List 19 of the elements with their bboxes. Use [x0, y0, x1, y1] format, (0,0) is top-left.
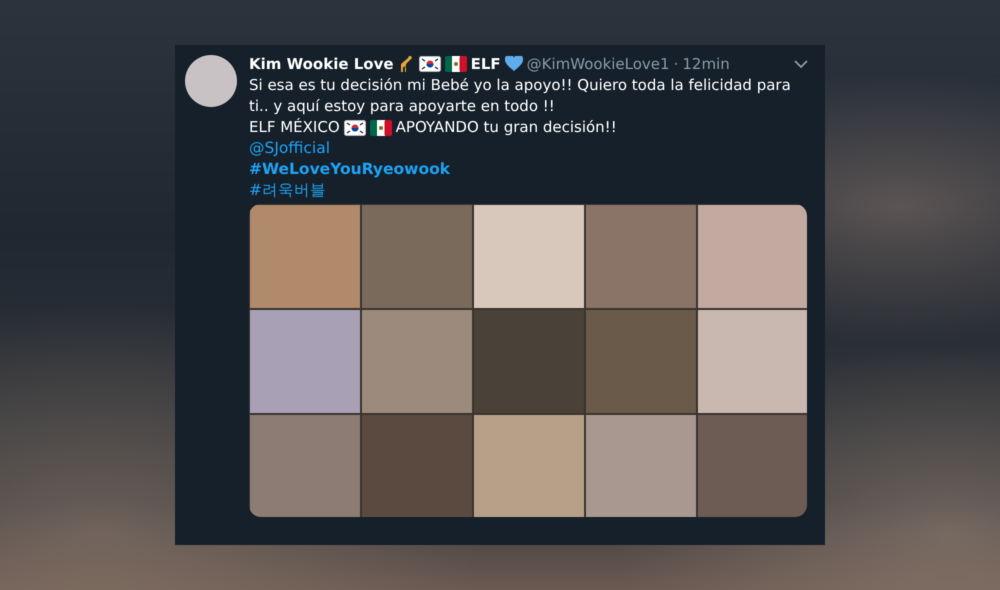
avatar[interactable]: [185, 55, 237, 107]
hashtag-link[interactable]: #WeLoveYouRyeowook: [249, 159, 450, 180]
author-name[interactable]: Kim Wookie Love: [249, 55, 394, 73]
author-handle[interactable]: @KimWookieLove1: [526, 55, 670, 73]
tweet-text: APOYANDO tu gran decisión!!: [396, 117, 617, 138]
tweet-time[interactable]: 12min: [682, 55, 730, 73]
flag-icon: [418, 56, 441, 72]
tweet-text: ELF MÉXICO: [249, 117, 340, 138]
photo-collage-drawing[interactable]: [249, 204, 807, 517]
hashtag-link[interactable]: #려욱버블: [249, 180, 326, 201]
flag-icon: [444, 56, 467, 72]
author-name[interactable]: ELF: [470, 55, 501, 73]
separator: ·: [674, 55, 678, 73]
heart-icon: [504, 56, 523, 72]
mention-link[interactable]: @SJofficial: [249, 138, 330, 159]
chevron-down-icon[interactable]: [794, 59, 808, 69]
tweet-text: Si esa es tu decisión mi Bebé yo la apoyo!! Quiero toda la felicidad para ti.. y aquí estoy para apoyarte en todo !!: [249, 75, 792, 117]
flag-icon: [344, 120, 366, 136]
flag-icon: [370, 120, 392, 136]
